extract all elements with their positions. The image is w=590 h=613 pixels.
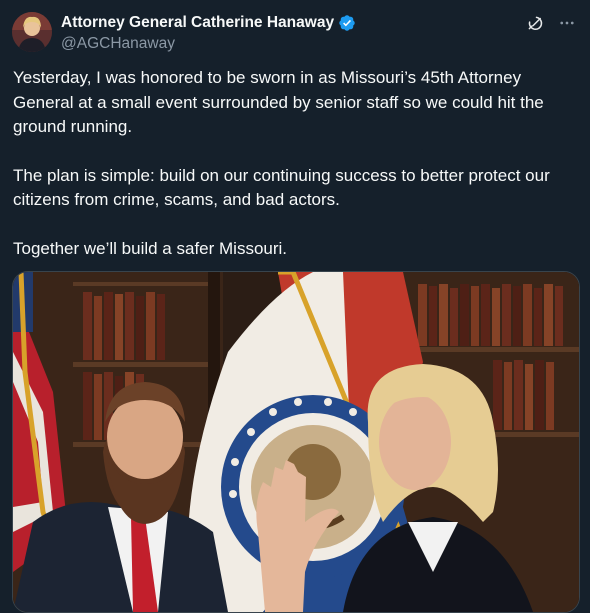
post-card: Attorney General Catherine Hanaway @AGCH… — [0, 0, 590, 613]
post-text: Yesterday, I was honored to be sworn in … — [13, 66, 579, 285]
post-header: Attorney General Catherine Hanaway @AGCH… — [61, 12, 578, 54]
author-name-row: Attorney General Catherine Hanaway — [61, 12, 578, 34]
avatar-photo — [12, 12, 52, 52]
post-paragraph: Yesterday, I was honored to be sworn in … — [13, 68, 544, 136]
post-actions — [524, 12, 578, 34]
more-options-icon — [560, 21, 574, 25]
author-avatar[interactable] — [12, 12, 52, 52]
grok-button[interactable] — [524, 12, 546, 34]
more-options-button[interactable] — [556, 12, 578, 34]
grok-icon — [528, 16, 543, 31]
author-name[interactable]: Attorney General Catherine Hanaway — [61, 14, 334, 32]
verified-badge-icon — [339, 15, 355, 31]
swearing-in-photo — [13, 272, 579, 612]
post-photo[interactable] — [12, 271, 580, 613]
post-paragraph: Together we’ll build a safer Missouri. — [13, 238, 288, 258]
author-handle[interactable]: @AGCHanaway — [61, 35, 578, 53]
post-paragraph: The plan is simple: build on our continu… — [13, 165, 550, 210]
